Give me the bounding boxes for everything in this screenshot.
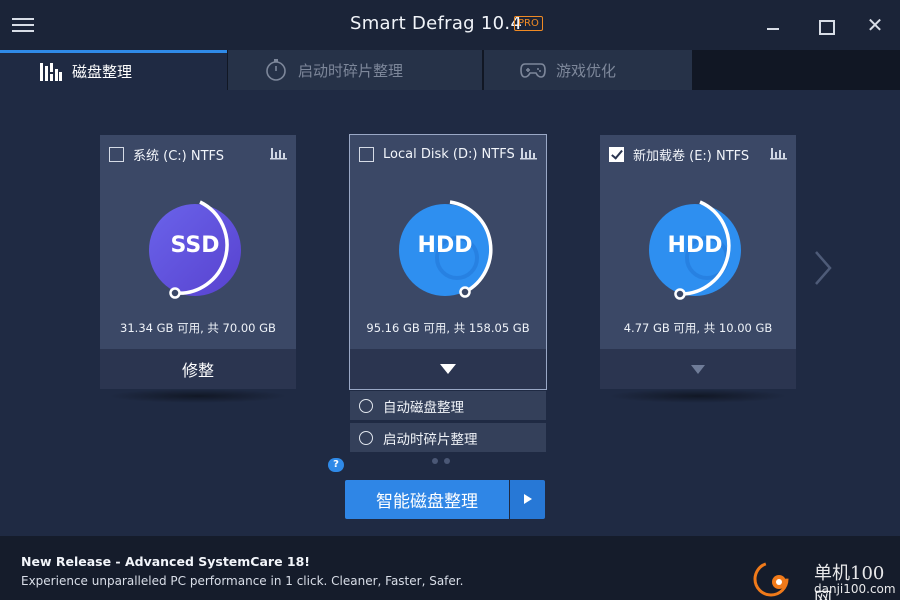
tab-game-optimize[interactable]: 游戏优化 [484,50,692,90]
option-auto-defrag[interactable]: 自动磁盘整理 [350,391,546,420]
drive-card-c[interactable]: 系统 (C:) NTFS SSD 31.34 GB 可用, 共 70.00 GB… [100,135,296,389]
gamepad-icon [520,60,546,80]
drive-type-label: HDD [417,233,473,258]
timer-icon [264,58,288,82]
tab-disk-defrag[interactable]: 磁盘整理 [0,50,227,90]
tab-label: 启动时碎片整理 [298,61,404,80]
disk-gauge: SSD [145,200,253,308]
disk-gauge: HDD [395,200,503,308]
news-title-link[interactable]: New Release - Advanced SystemCare 18! [21,554,310,569]
watermark-logo-icon [752,560,790,598]
caret-down-icon [691,364,705,374]
drive-header: Local Disk (D:) NTFS [359,145,538,163]
option-label: 启动时碎片整理 [383,431,478,448]
close-button[interactable]: ✕ [862,12,888,38]
option-label: 自动磁盘整理 [383,399,464,416]
drive-capacity: 95.16 GB 可用, 共 158.05 GB [366,321,530,335]
drive-capacity: 31.34 GB 可用, 共 70.00 GB [120,321,276,335]
page-indicator [432,449,456,468]
drive-checkbox[interactable] [609,146,624,162]
play-dropdown-button[interactable] [510,480,545,519]
radio-button[interactable] [359,398,373,413]
disk-gauge: HDD [645,200,753,308]
defrag-bars-icon [40,62,62,82]
drive-checkbox[interactable] [109,146,124,162]
minimize-button[interactable] [760,12,786,38]
bar-chart-icon[interactable] [770,146,788,164]
drive-options-toggle[interactable] [350,349,546,389]
news-description: Experience unparalleled PC performance i… [21,574,464,588]
tab-label: 磁盘整理 [72,63,133,81]
drive-checkbox[interactable] [359,146,374,162]
card-shadow [108,389,288,403]
drive-type-label: SSD [170,233,220,258]
card-shadow [608,389,788,403]
next-page-arrow-icon[interactable] [812,248,834,288]
drive-card-e[interactable]: 新加载卷 (E:) NTFS HDD 4.77 GB 可用, 共 10.00 G… [600,135,796,389]
tab-label: 游戏优化 [556,61,617,80]
drive-header: 系统 (C:) NTFS [109,145,288,164]
caret-down-icon [440,364,456,374]
bar-chart-icon[interactable] [270,146,288,164]
smart-defrag-button[interactable]: 智能磁盘整理 [345,480,509,519]
trim-button[interactable]: 修整 [100,349,296,389]
option-boot-defrag[interactable]: 启动时碎片整理 [350,423,546,452]
drive-capacity: 4.77 GB 可用, 共 10.00 GB [623,321,773,335]
bar-chart-icon[interactable] [520,146,538,164]
hamburger-menu-icon[interactable] [12,14,36,36]
radio-button[interactable] [359,430,373,445]
drive-name: 系统 (C:) NTFS [133,148,225,164]
tab-bar: 磁盘整理 启动时碎片整理 游戏优化 [0,50,900,90]
pro-badge: PRO [514,16,543,31]
drive-options-toggle[interactable] [600,349,796,389]
app-title: Smart Defrag 10.4 [350,13,523,34]
help-icon[interactable]: ? [328,458,344,472]
title-bar: Smart Defrag 10.4 PRO ✕ [0,0,900,50]
drive-type-label: HDD [667,233,723,258]
drive-header: 新加载卷 (E:) NTFS [609,145,788,164]
tab-boot-defrag[interactable]: 启动时碎片整理 [228,50,482,90]
watermark-url: danji100.com [814,582,896,596]
drive-name: Local Disk (D:) NTFS [383,146,515,162]
drive-name: 新加载卷 (E:) NTFS [633,148,750,164]
drive-card-d[interactable]: Local Disk (D:) NTFS HDD 95.16 GB 可用, 共 … [349,134,547,390]
maximize-button[interactable] [812,12,838,38]
